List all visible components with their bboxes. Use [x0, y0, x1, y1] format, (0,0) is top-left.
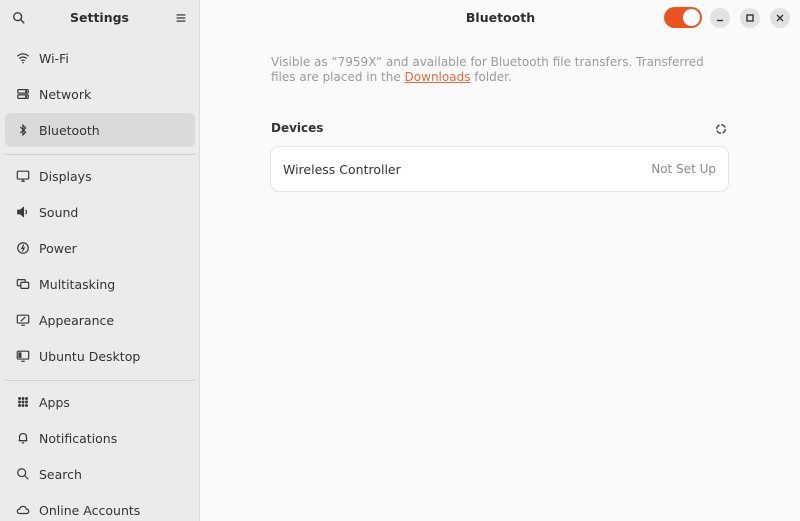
sidebar-item-label: Bluetooth [39, 122, 100, 138]
description-text-end: folder. [470, 70, 512, 84]
multitasking-icon [15, 276, 31, 292]
sidebar: Settings Wi-Fi Network Bluetooth Display… [0, 0, 200, 521]
network-icon [15, 86, 31, 102]
cloud-icon [15, 502, 31, 518]
main-panel: Bluetooth Visible as “7959X” and availab… [201, 0, 800, 521]
device-row[interactable]: Wireless Controller Not Set Up [271, 147, 728, 191]
downloads-link[interactable]: Downloads [405, 70, 471, 84]
sidebar-item-label: Notifications [39, 430, 118, 446]
sidebar-item-label: Sound [39, 204, 79, 220]
hamburger-menu-icon[interactable] [172, 9, 190, 27]
sound-icon [15, 204, 31, 220]
sidebar-item-wifi[interactable]: Wi-Fi [5, 41, 195, 75]
close-button[interactable] [770, 8, 790, 28]
sidebar-item-label: Search [39, 466, 82, 482]
maximize-icon [746, 14, 754, 22]
minimize-button[interactable] [710, 8, 730, 28]
sidebar-item-power[interactable]: Power [5, 231, 195, 265]
sidebar-item-label: Ubuntu Desktop [39, 348, 141, 364]
visibility-description: Visible as “7959X” and available for Blu… [271, 55, 731, 85]
device-status: Not Set Up [651, 162, 716, 176]
sidebar-item-label: Apps [39, 394, 70, 410]
sidebar-divider [5, 380, 195, 381]
appearance-icon [15, 312, 31, 328]
sidebar-item-notifications[interactable]: Notifications [5, 421, 195, 455]
sidebar-item-network[interactable]: Network [5, 77, 195, 111]
bluetooth-toggle[interactable] [664, 7, 702, 28]
sidebar-item-search[interactable]: Search [5, 457, 195, 491]
bell-icon [15, 430, 31, 446]
sidebar-item-label: Wi-Fi [39, 50, 69, 66]
minimize-icon [717, 19, 723, 22]
close-icon [776, 14, 784, 22]
sidebar-item-appearance[interactable]: Appearance [5, 303, 195, 337]
device-name: Wireless Controller [283, 161, 401, 177]
devices-header: Devices [271, 121, 324, 135]
bluetooth-icon [15, 122, 31, 138]
sidebar-item-label: Online Accounts [39, 502, 141, 518]
display-icon [15, 168, 31, 184]
sidebar-item-label: Multitasking [39, 276, 116, 292]
wifi-icon [15, 50, 31, 66]
sidebar-item-bluetooth[interactable]: Bluetooth [5, 113, 195, 147]
sidebar-item-multitasking[interactable]: Multitasking [5, 267, 195, 301]
sidebar-item-label: Displays [39, 168, 92, 184]
sidebar-item-online-accounts[interactable]: Online Accounts [5, 493, 195, 521]
sidebar-item-apps[interactable]: Apps [5, 385, 195, 419]
maximize-button[interactable] [740, 8, 760, 28]
apps-icon [15, 394, 31, 410]
ubuntu-desktop-icon [15, 348, 31, 364]
search-icon [15, 466, 31, 482]
toggle-knob [683, 9, 700, 26]
sidebar-item-ubuntu-desktop[interactable]: Ubuntu Desktop [5, 339, 195, 373]
sidebar-item-label: Network [39, 86, 92, 102]
sidebar-item-displays[interactable]: Displays [5, 159, 195, 193]
sidebar-title: Settings [69, 10, 129, 25]
sidebar-item-sound[interactable]: Sound [5, 195, 195, 229]
loading-spinner-icon [716, 124, 726, 134]
sidebar-divider [5, 154, 195, 155]
sidebar-item-label: Appearance [39, 312, 115, 328]
sidebar-header: Settings [0, 0, 199, 36]
sidebar-item-label: Power [39, 240, 77, 256]
power-icon [15, 240, 31, 256]
